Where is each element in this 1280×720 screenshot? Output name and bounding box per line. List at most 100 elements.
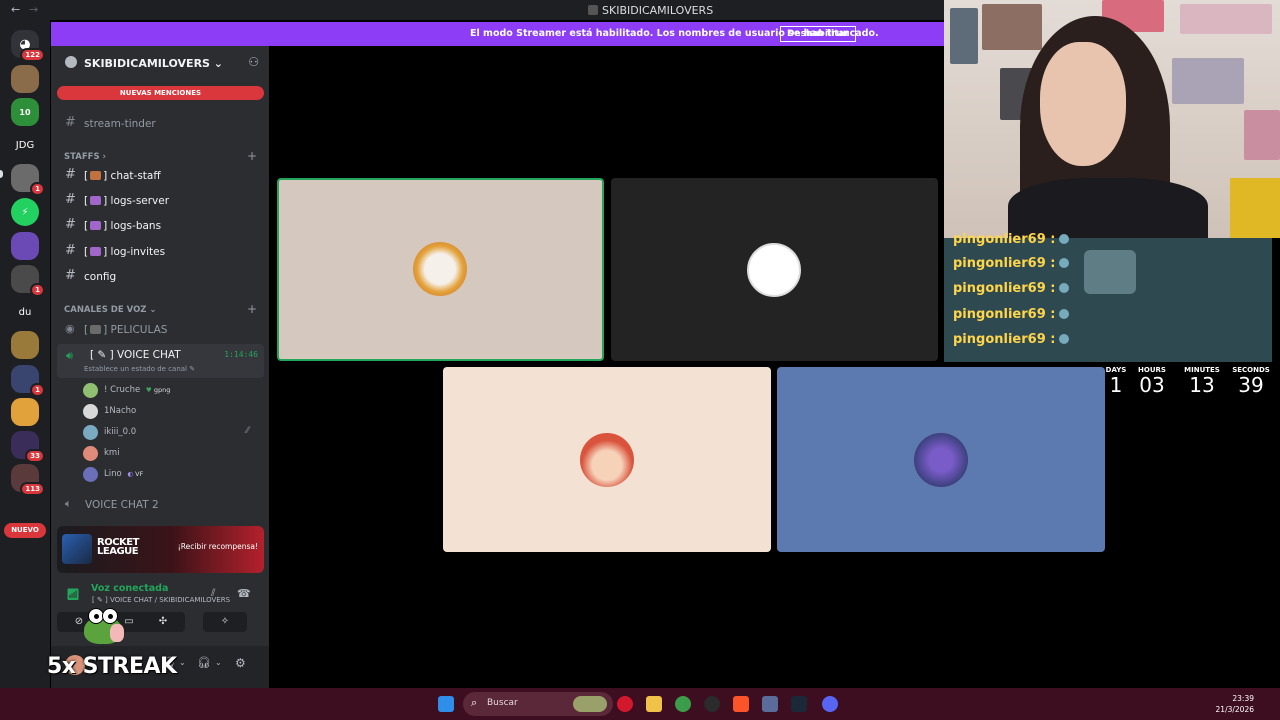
server-icon[interactable] bbox=[11, 331, 39, 359]
channel-label: VOICE CHAT 2 bbox=[85, 499, 159, 511]
noise-suppression-icon[interactable]: ⫽ bbox=[211, 588, 215, 599]
brave-icon[interactable] bbox=[733, 696, 749, 712]
voice-location[interactable]: [ ✎ ] VOICE CHAT / SKIBIDICAMILOVERS bbox=[92, 596, 230, 604]
unread-badge: 1 bbox=[30, 283, 45, 297]
app-root: ← → SKIBIDICAMILOVERS El modo Streamer e… bbox=[0, 0, 1280, 720]
chevron-down-icon[interactable]: ⌄ bbox=[179, 658, 186, 667]
taskbar-search[interactable]: ⌕ Buscar bbox=[463, 692, 613, 716]
server-icon[interactable]: 113 bbox=[11, 464, 45, 496]
server-icon[interactable]: 1 bbox=[11, 265, 45, 297]
chevron-down-icon[interactable]: ⌄ bbox=[215, 658, 222, 667]
avatar bbox=[83, 446, 98, 461]
countdown-days: DAYS 1 bbox=[1100, 366, 1132, 400]
window-title-text: SKIBIDICAMILOVERS bbox=[602, 4, 714, 17]
server-icon[interactable]: 33 bbox=[11, 431, 45, 463]
app-icon[interactable] bbox=[762, 696, 778, 712]
channel-stream-tinder[interactable]: # stream-tinder bbox=[57, 113, 263, 135]
disable-streamer-button[interactable]: Deshabilitar bbox=[780, 26, 856, 42]
video-tile[interactable] bbox=[443, 367, 771, 552]
category-staffs[interactable]: STAFFS › bbox=[64, 152, 106, 162]
video-tile[interactable] bbox=[611, 178, 938, 361]
channel-status[interactable]: Establece un estado de canal ✎ bbox=[84, 365, 195, 373]
countdown-value: 39 bbox=[1238, 373, 1264, 397]
discord-taskbar-icon[interactable] bbox=[822, 696, 838, 712]
headphones-icon[interactable]: 🎧︎ bbox=[197, 656, 211, 669]
invite-people-icon[interactable]: ⚇ bbox=[248, 55, 259, 69]
search-icon: ⌕ bbox=[471, 696, 478, 709]
countdown-seconds: SECONDS 39 bbox=[1228, 366, 1274, 400]
streamer-sweater bbox=[1008, 178, 1208, 238]
windows-start-icon[interactable] bbox=[438, 696, 454, 712]
taskbar-clock[interactable]: 23:39 21/3/2026 bbox=[1216, 693, 1254, 715]
streamer-webcam bbox=[944, 0, 1280, 238]
channel-logs-bans[interactable]: # [] logs-bans bbox=[57, 215, 263, 237]
chat-line: pingonlier69 : bbox=[953, 281, 1070, 296]
participant-avatar bbox=[580, 433, 634, 487]
member-name: ikiii_0.0 bbox=[104, 427, 137, 437]
back-arrow-icon[interactable]: ← bbox=[11, 3, 20, 16]
channel-chat-staff[interactable]: # [] chat-staff bbox=[57, 165, 263, 187]
soundboard-button[interactable]: ✧ bbox=[203, 612, 247, 632]
channel-label: [] PELICULAS bbox=[84, 324, 168, 336]
voice-channel-active[interactable]: 🔊︎ [ ✎ ] VOICE CHAT 1:14:46 Establece un… bbox=[57, 344, 264, 378]
voice-connected-status[interactable]: Voz conectada bbox=[91, 583, 168, 594]
steam-icon[interactable] bbox=[791, 696, 807, 712]
countdown-value: 03 bbox=[1139, 373, 1165, 397]
chat-username: pingonlier69 : bbox=[953, 307, 1056, 322]
settings-gear-icon[interactable]: ⚙ bbox=[235, 656, 246, 670]
new-mentions-pill[interactable]: NUEVAS MENCIONES bbox=[57, 86, 264, 100]
claim-reward-button[interactable]: ¡Recibir recompensa! bbox=[178, 542, 258, 551]
server-icon[interactable]: 10 bbox=[11, 98, 39, 126]
video-tile-speaking[interactable] bbox=[277, 178, 604, 361]
channel-config[interactable]: # config bbox=[57, 266, 263, 288]
search-placeholder: Buscar bbox=[487, 698, 518, 708]
add-channel-icon[interactable]: + bbox=[247, 149, 257, 163]
channel-logs-server[interactable]: # [] logs-server bbox=[57, 190, 263, 212]
participant-avatar bbox=[914, 433, 968, 487]
channel-peliculas[interactable]: ◉ [] PELICULAS bbox=[57, 319, 263, 341]
disconnect-icon[interactable]: ☎ bbox=[237, 587, 251, 600]
server-icon[interactable] bbox=[11, 232, 39, 260]
streamer-mode-banner: El modo Streamer está habilitado. Los no… bbox=[51, 22, 944, 46]
unread-badge: 1 bbox=[30, 182, 45, 196]
soundboard-icon: ✧ bbox=[220, 616, 230, 627]
hash-icon: # bbox=[65, 192, 76, 207]
member-tag: ◐ VF bbox=[127, 470, 143, 478]
server-icon[interactable]: 1 bbox=[11, 365, 45, 397]
channel-log-invites[interactable]: # [] log-invites bbox=[57, 241, 263, 263]
obs-icon[interactable] bbox=[704, 696, 720, 712]
rocket-league-promo[interactable]: ROCKET LEAGUE ¡Recibir recompensa! bbox=[57, 526, 264, 573]
add-voice-channel-icon[interactable]: + bbox=[247, 302, 257, 316]
chrome-icon[interactable] bbox=[675, 696, 691, 712]
avatar bbox=[83, 383, 98, 398]
chat-emote-icon bbox=[1059, 258, 1070, 268]
video-tile[interactable] bbox=[777, 367, 1105, 552]
discord-home-button[interactable]: ◕ 122 bbox=[11, 30, 45, 62]
server-icon[interactable]: 1 bbox=[11, 164, 45, 196]
server-icon[interactable]: ⚡ bbox=[11, 198, 39, 226]
chat-emote-image bbox=[1084, 250, 1136, 294]
server-icon[interactable] bbox=[11, 398, 39, 426]
stage-icon: ◉ bbox=[65, 322, 75, 335]
activities-button[interactable]: ✣ bbox=[141, 612, 185, 632]
server-icon-jdg[interactable]: JDG bbox=[11, 131, 39, 159]
voice-channel-2[interactable]: 🔈︎ VOICE CHAT 2 bbox=[57, 494, 263, 516]
forward-arrow-icon[interactable]: → bbox=[29, 3, 38, 16]
voice-timer: 1:14:46 bbox=[224, 350, 258, 359]
server-header[interactable]: SKIBIDICAMILOVERS ⌄ ⚇ bbox=[51, 46, 269, 80]
chat-username: pingonlier69 : bbox=[953, 256, 1056, 271]
wall-poster bbox=[1180, 4, 1272, 34]
rocket-league-logo bbox=[62, 534, 92, 564]
server-icon-du[interactable]: du bbox=[11, 298, 39, 326]
new-badge[interactable]: NUEVO bbox=[4, 523, 46, 538]
file-explorer-icon[interactable] bbox=[646, 696, 662, 712]
channel-label: stream-tinder bbox=[84, 118, 156, 130]
category-voice[interactable]: CANALES DE VOZ ⌄ bbox=[64, 305, 157, 315]
channel-label-text: logs-server bbox=[110, 195, 170, 207]
chat-emote-icon bbox=[1059, 309, 1070, 319]
channel-emoji-icon bbox=[90, 247, 102, 256]
signal-icon[interactable]: 📶︎ bbox=[66, 588, 80, 601]
chat-username: pingonlier69 : bbox=[953, 332, 1056, 347]
opera-icon[interactable] bbox=[617, 696, 633, 712]
server-icon[interactable] bbox=[11, 65, 39, 93]
